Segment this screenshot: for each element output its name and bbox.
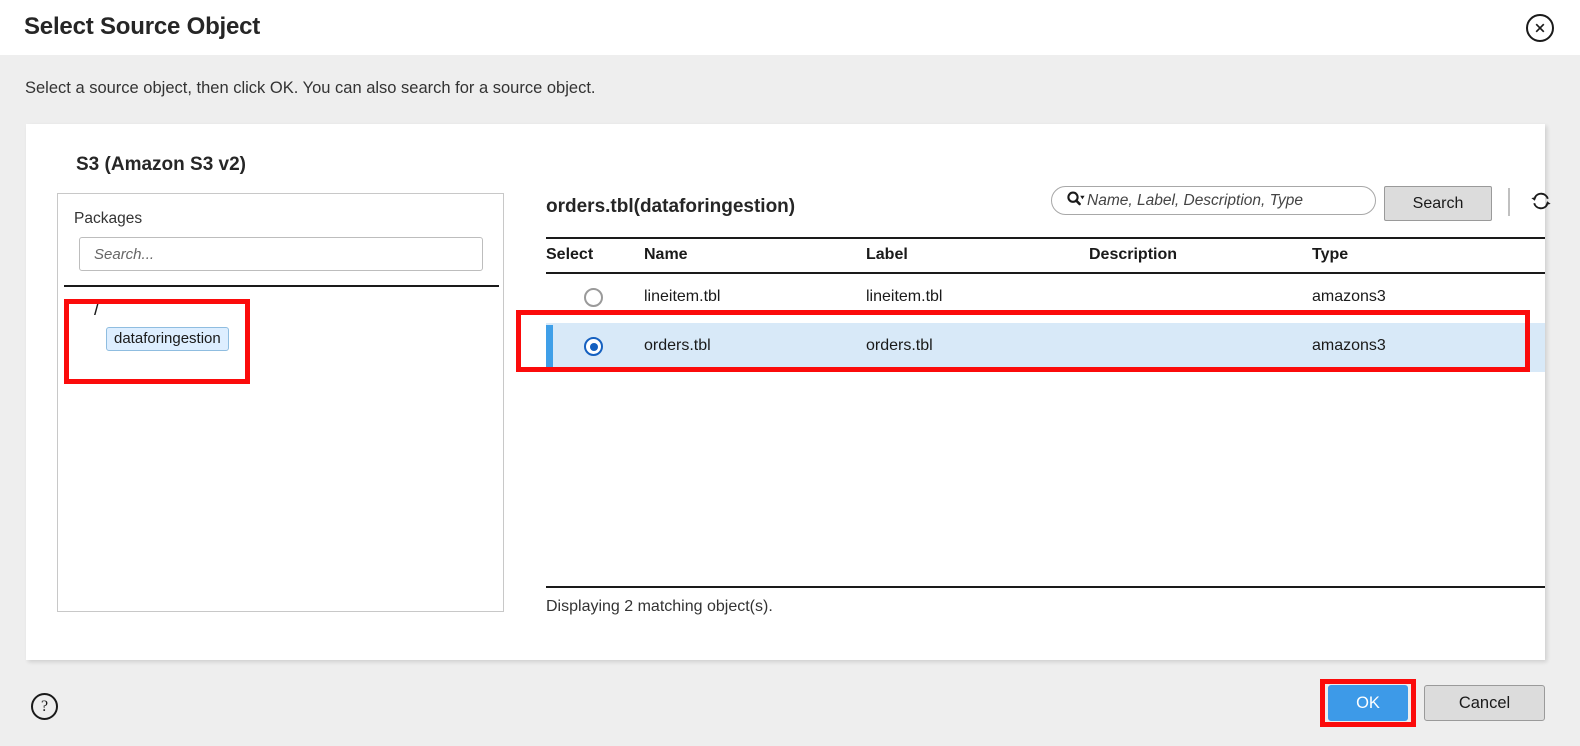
column-header-description: Description xyxy=(1089,246,1178,263)
selected-object-title: orders.tbl(dataforingestion) xyxy=(546,196,796,217)
table-bottom-rule xyxy=(546,586,1545,588)
dialog-titlebar: Select Source Object xyxy=(0,0,1580,55)
object-table: Select Name Label Description Type linei… xyxy=(546,237,1545,372)
packages-tree: / dataforingestion xyxy=(58,289,503,609)
cell-name: orders.tbl xyxy=(644,337,711,354)
cell-name: lineitem.tbl xyxy=(644,288,721,305)
table-row[interactable]: orders.tbl orders.tbl amazons3 xyxy=(546,323,1545,372)
column-header-label: Label xyxy=(866,246,908,263)
packages-panel: Packages / dataforingestion xyxy=(57,193,504,612)
object-search-field[interactable]: Name, Label, Description, Type xyxy=(1051,186,1376,215)
dialog-title: Select Source Object xyxy=(24,13,261,40)
cell-type: amazons3 xyxy=(1312,337,1386,354)
table-row[interactable]: lineitem.tbl lineitem.tbl amazons3 xyxy=(546,274,1545,323)
column-header-type: Type xyxy=(1312,246,1349,263)
select-source-object-dialog: Select Source Object Select a source obj… xyxy=(0,0,1580,746)
packages-divider xyxy=(64,285,499,287)
packages-search-input[interactable] xyxy=(79,237,483,271)
ok-button[interactable]: OK xyxy=(1328,685,1408,721)
dialog-instruction: Select a source object, then click OK. Y… xyxy=(25,79,596,97)
table-header-row: Select Name Label Description Type xyxy=(546,239,1545,272)
packages-label: Packages xyxy=(74,210,143,227)
object-list-pane: orders.tbl(dataforingestion) Name, Label… xyxy=(521,186,1551,656)
row-selection-marker xyxy=(546,325,553,370)
refresh-icon[interactable] xyxy=(1526,186,1556,216)
result-count-status: Displaying 2 matching object(s). xyxy=(546,598,773,615)
toolbar-separator xyxy=(1508,188,1510,216)
connection-type-title: S3 (Amazon S3 v2) xyxy=(76,154,246,175)
tree-node-dataforingestion[interactable]: dataforingestion xyxy=(106,327,229,351)
cancel-button[interactable]: Cancel xyxy=(1424,685,1545,721)
object-search-placeholder: Name, Label, Description, Type xyxy=(1087,191,1303,209)
cell-type: amazons3 xyxy=(1312,288,1386,305)
row-radio-orders[interactable] xyxy=(584,337,603,356)
close-icon[interactable] xyxy=(1526,14,1554,42)
cell-label: lineitem.tbl xyxy=(866,288,943,305)
content-panel: S3 (Amazon S3 v2) Packages / dataforinge… xyxy=(26,124,1551,660)
column-header-select: Select xyxy=(546,246,594,263)
search-button[interactable]: Search xyxy=(1384,186,1492,221)
help-glyph: ? xyxy=(40,697,49,715)
tree-root-node[interactable]: / xyxy=(94,299,99,321)
help-icon[interactable]: ? xyxy=(31,693,58,720)
column-header-name: Name xyxy=(644,246,688,263)
cell-label: orders.tbl xyxy=(866,337,933,354)
row-radio-lineitem[interactable] xyxy=(584,288,603,307)
search-icon xyxy=(1066,190,1085,212)
